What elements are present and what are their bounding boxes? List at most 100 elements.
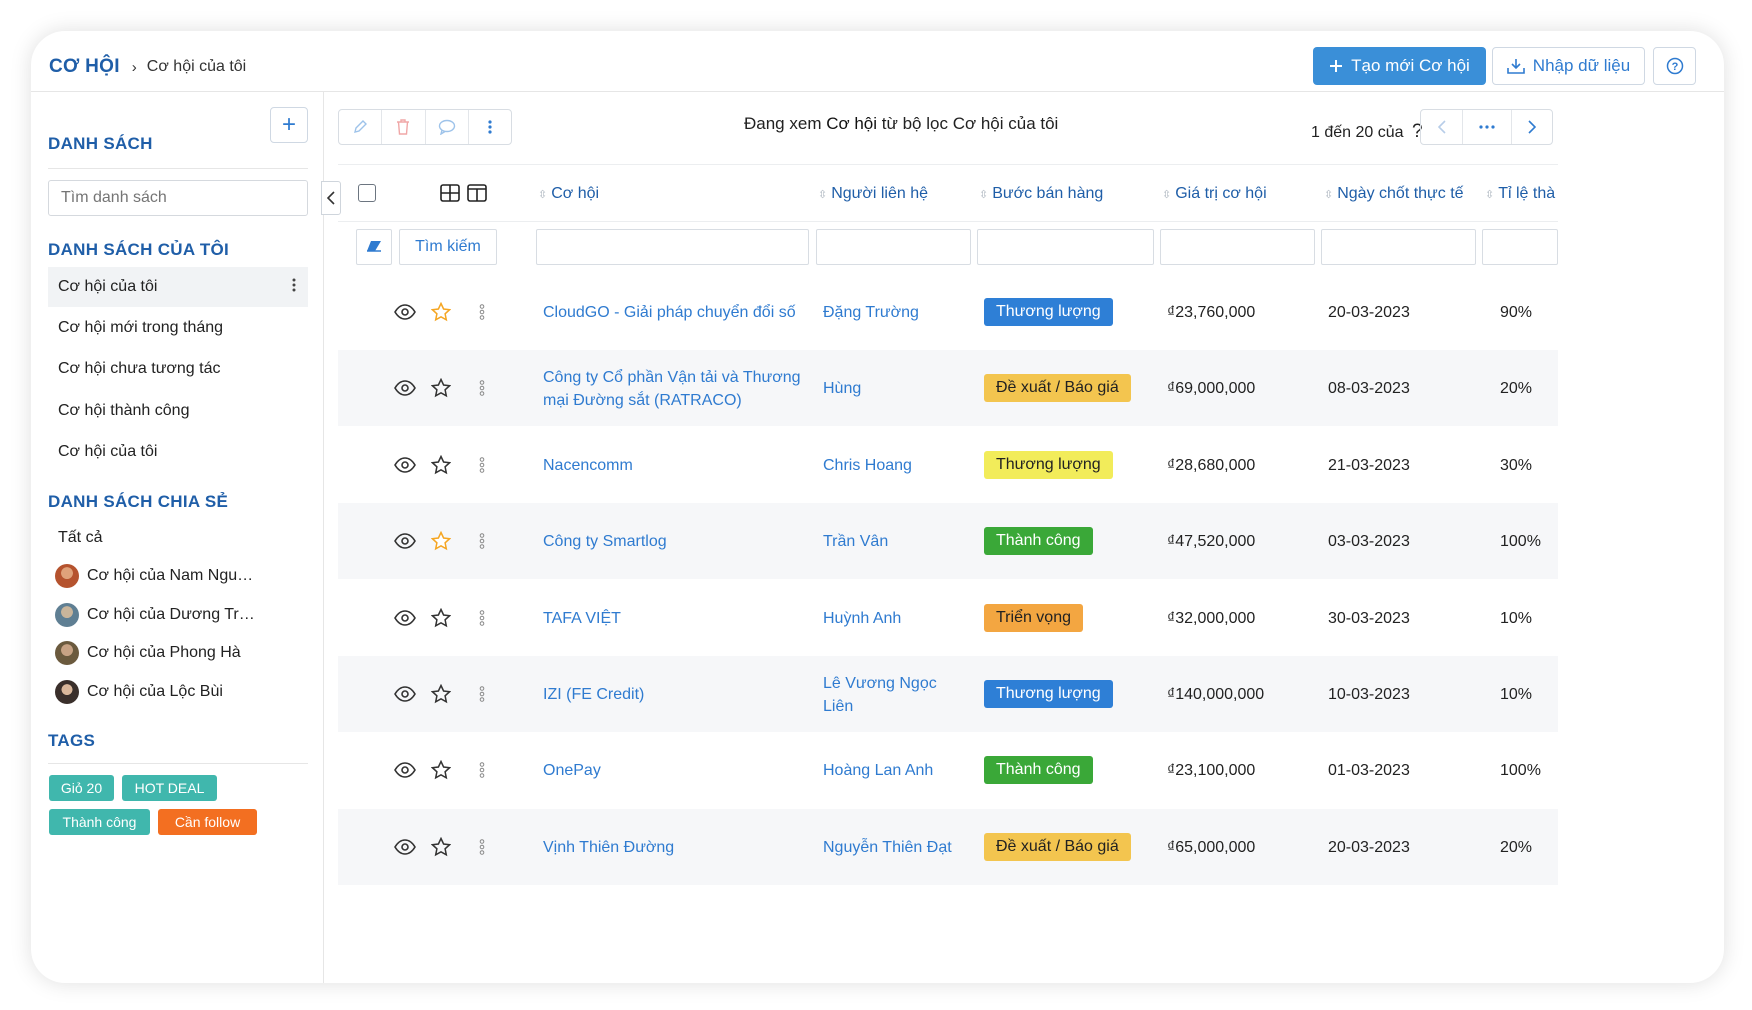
search-list-input[interactable]	[48, 180, 308, 216]
contact-link[interactable]: Nguyễn Thiên Đạt	[823, 836, 963, 859]
eye-icon[interactable]	[394, 839, 416, 855]
contact-link[interactable]: Đặng Trường	[823, 301, 963, 324]
sidebar-item-no-interaction[interactable]: Cơ hội chưa tương tác	[48, 349, 308, 389]
star-filled-icon[interactable]	[431, 302, 451, 322]
prev-page-button[interactable]	[1421, 110, 1464, 144]
edit-button[interactable]	[339, 110, 383, 144]
opportunity-name-link[interactable]: IZI (FE Credit)	[543, 683, 803, 706]
next-page-button[interactable]	[1512, 110, 1552, 144]
help-button[interactable]: ?	[1653, 47, 1696, 85]
tag-thanh-cong[interactable]: Thành công	[49, 809, 150, 835]
sidebar-item-all[interactable]: Tất cả	[48, 518, 308, 558]
table-row[interactable]: Nacencomm Chris Hoang Thương lượng ₫28,680,…	[338, 427, 1558, 503]
table-row[interactable]: Công ty Cổ phần Vận tải và Thương mại Đư…	[338, 350, 1558, 426]
stage-badge: Triển vọng	[984, 604, 1083, 632]
kebab-menu-icon[interactable]	[479, 304, 485, 320]
search-button[interactable]: Tìm kiếm	[399, 229, 497, 265]
kebab-menu-icon[interactable]	[479, 686, 485, 702]
create-opportunity-button[interactable]: Tạo mới Cơ hội	[1313, 47, 1486, 85]
contact-link[interactable]: Chris Hoang	[823, 454, 963, 477]
grid-view-icon[interactable]	[440, 183, 460, 203]
sidebar-item-won[interactable]: Cơ hội thành công	[48, 391, 308, 431]
opportunity-name-link[interactable]: Nacencomm	[543, 454, 803, 477]
star-icon[interactable]	[431, 378, 451, 398]
table-row[interactable]: IZI (FE Credit) Lê Vương Ngọc Liên Thương …	[338, 656, 1558, 732]
page-options-button[interactable]	[1463, 110, 1512, 144]
kebab-menu-icon[interactable]	[479, 380, 485, 396]
sidebar-item-shared-phong[interactable]: Cơ hội của Phong Hà	[48, 633, 308, 673]
column-close-date[interactable]: ⇳ Ngày chốt thực tế	[1324, 185, 1464, 203]
star-icon[interactable]	[431, 608, 451, 628]
filter-value-input[interactable]	[1160, 229, 1315, 265]
breadcrumb-root[interactable]: CƠ HỘI	[49, 56, 120, 78]
table-row[interactable]: CloudGO - Giải pháp chuyển đổi số Đặng Tr…	[338, 274, 1558, 350]
plus-icon	[1330, 60, 1343, 72]
star-icon[interactable]	[431, 760, 451, 780]
sidebar-item-shared-nam[interactable]: Cơ hội của Nam Ngu…	[48, 556, 308, 596]
sidebar-item-my-opportunities[interactable]: Cơ hội của tôi	[48, 267, 308, 307]
kebab-menu-icon[interactable]	[479, 610, 485, 626]
eye-icon[interactable]	[394, 380, 416, 396]
add-list-button[interactable]: +	[270, 107, 308, 143]
contact-link[interactable]: Huỳnh Anh	[823, 607, 963, 630]
table-row[interactable]: Công ty Smartlog Trần Vân Thành công ₫47,52…	[338, 503, 1558, 579]
filter-opportunity-input[interactable]	[536, 229, 809, 265]
filter-date-input[interactable]	[1321, 229, 1476, 265]
win-rate: 90%	[1500, 304, 1533, 321]
eye-icon[interactable]	[394, 686, 416, 702]
star-filled-icon[interactable]	[431, 531, 451, 551]
kebab-menu-icon[interactable]	[292, 277, 296, 293]
star-icon[interactable]	[431, 837, 451, 857]
contact-link[interactable]: Hoàng Lan Anh	[823, 759, 963, 782]
pager-info: 1 đến 20 của ?	[1311, 121, 1423, 143]
contact-link[interactable]: Hùng	[823, 377, 963, 400]
column-value[interactable]: ⇳ Giá trị cơ hội	[1162, 185, 1267, 203]
column-opportunity[interactable]: ⇳ Cơ hội	[538, 185, 599, 203]
eye-icon[interactable]	[394, 762, 416, 778]
column-contact[interactable]: ⇳ Người liên hệ	[818, 185, 928, 203]
import-data-button[interactable]: Nhập dữ liệu	[1492, 47, 1645, 85]
sidebar-item-shared-loc[interactable]: Cơ hội của Lộc Bùi	[48, 672, 308, 712]
opportunity-name-link[interactable]: Vịnh Thiên Đường	[543, 836, 803, 859]
opportunity-name-link[interactable]: CloudGO - Giải pháp chuyển đổi số	[543, 301, 803, 324]
clear-filter-button[interactable]	[356, 229, 392, 265]
kebab-menu-icon[interactable]	[479, 533, 485, 549]
tag-gio-20[interactable]: Giỏ 20	[49, 775, 114, 801]
sidebar-item-new-this-month[interactable]: Cơ hội mới trong tháng	[48, 308, 308, 348]
opportunity-name-link[interactable]: Công ty Smartlog	[543, 530, 803, 553]
filter-rate-input[interactable]	[1482, 229, 1558, 265]
star-icon[interactable]	[431, 684, 451, 704]
table-row[interactable]: OnePay Hoàng Lan Anh Thành công ₫23,100,000…	[338, 732, 1558, 808]
opportunity-name-link[interactable]: TAFA VIỆT	[543, 607, 803, 630]
delete-button[interactable]	[382, 110, 426, 144]
opportunity-name-link[interactable]: Công ty Cổ phần Vận tải và Thương mại Đư…	[543, 366, 803, 412]
more-actions-button[interactable]	[469, 110, 511, 144]
columns-icon[interactable]	[467, 183, 487, 203]
column-rate[interactable]: ⇳ Tỉ lệ thà	[1485, 185, 1555, 203]
eye-icon[interactable]	[394, 457, 416, 473]
sidebar-item-shared-duong[interactable]: Cơ hội của Dương Tr…	[48, 595, 308, 635]
comment-button[interactable]	[426, 110, 469, 144]
opportunity-value: ₫140,000,000	[1167, 686, 1265, 703]
eye-icon[interactable]	[394, 533, 416, 549]
eye-icon[interactable]	[394, 304, 416, 320]
eye-icon[interactable]	[394, 610, 416, 626]
select-all-checkbox[interactable]	[358, 184, 376, 202]
filter-contact-input[interactable]	[816, 229, 971, 265]
tag-can-follow[interactable]: Cần follow	[158, 809, 257, 835]
tag-hot-deal[interactable]: HOT DEAL	[122, 775, 217, 801]
table-row[interactable]: Vịnh Thiên Đường Nguyễn Thiên Đạt Đề xuất …	[338, 809, 1558, 885]
avatar	[55, 603, 79, 627]
table-row[interactable]: TAFA VIỆT Huỳnh Anh Triển vọng ₫32,000,000 3…	[338, 580, 1558, 656]
kebab-menu-icon[interactable]	[479, 762, 485, 778]
kebab-menu-icon[interactable]	[479, 457, 485, 473]
sidebar-item-my-opportunities-2[interactable]: Cơ hội của tôi	[48, 432, 308, 472]
filter-stage-input[interactable]	[977, 229, 1154, 265]
column-sales-stage[interactable]: ⇳ Bước bán hàng	[979, 185, 1103, 203]
contact-link[interactable]: Lê Vương Ngọc Liên	[823, 672, 963, 718]
contact-link[interactable]: Trần Vân	[823, 530, 963, 553]
close-date: 21-03-2023	[1328, 457, 1410, 474]
kebab-menu-icon[interactable]	[479, 839, 485, 855]
star-icon[interactable]	[431, 455, 451, 475]
opportunity-name-link[interactable]: OnePay	[543, 759, 803, 782]
